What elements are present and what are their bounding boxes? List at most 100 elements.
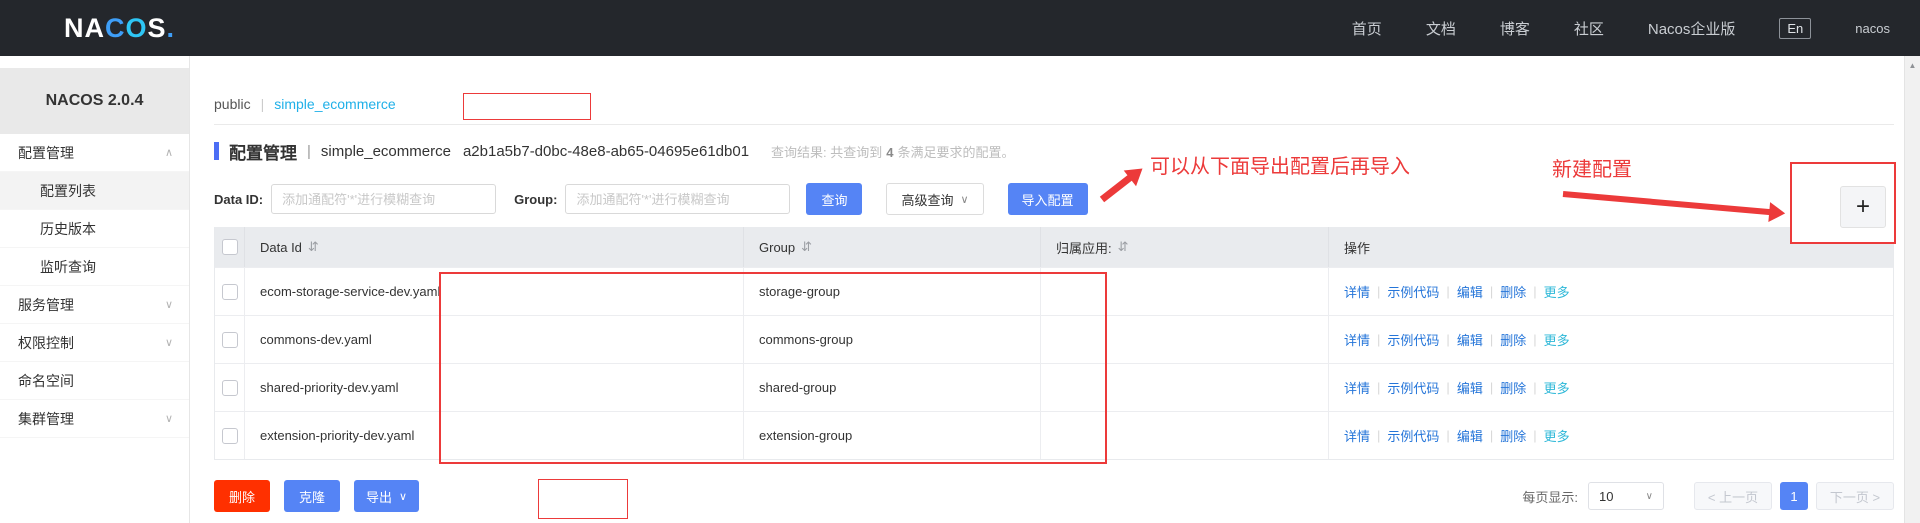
sidebar-item-label: 命名空间 [18,372,74,389]
action-more-link[interactable]: 更多 [1544,378,1570,397]
row-checkbox[interactable] [222,427,238,444]
import-config-button[interactable]: 导入配置 [1007,183,1088,215]
next-page-button[interactable]: 下一页 > [1816,482,1894,510]
delete-button[interactable]: 删除 [214,480,270,512]
current-page[interactable]: 1 [1780,482,1808,510]
page-size-select[interactable]: 10 ∨ [1588,482,1664,510]
logo-part: C [105,12,126,43]
sidebar-item-label: 历史版本 [40,220,96,237]
sidebar-item-listener-query[interactable]: 监听查询 [0,248,189,286]
action-sample-code-link[interactable]: 示例代码 [1387,282,1439,301]
chevron-down-icon: ∨ [164,337,173,349]
sidebar-item-permission-control[interactable]: 权限控制 ∨ [0,324,189,362]
sidebar-item-label: 服务管理 [18,296,74,313]
cell-data-id: ecom-storage-service-dev.yaml [245,268,744,315]
export-button[interactable]: 导出 ∨ [354,480,420,512]
action-separator: | [1377,284,1381,299]
group-input[interactable] [565,184,791,214]
logo-part: . [166,12,176,43]
query-result-suffix: 条满足要求的配置。 [897,144,1015,160]
sidebar-item-cluster-management[interactable]: 集群管理 ∨ [0,400,189,438]
nav-home[interactable]: 首页 [1352,18,1382,39]
prev-page-button[interactable]: < 上一页 [1694,482,1772,510]
action-sample-code-link[interactable]: 示例代码 [1387,378,1439,397]
select-all-checkbox[interactable] [222,239,238,255]
sidebar-item-history[interactable]: 历史版本 [0,210,189,248]
logo-part: O [125,12,148,43]
sort-icon[interactable]: ⇵ [308,239,319,255]
namespace-tabs: public | simple_ecommerce [214,96,1894,125]
cell-app [1041,268,1329,315]
action-detail-link[interactable]: 详情 [1344,378,1370,397]
chevron-up-icon: ∧ [164,147,173,159]
column-header-app[interactable]: 归属应用: ⇵ [1041,227,1329,267]
nav-docs[interactable]: 文档 [1426,18,1456,39]
row-checkbox[interactable] [222,283,238,300]
tab-separator: | [260,96,265,112]
action-edit-link[interactable]: 编辑 [1457,282,1483,301]
column-header-group[interactable]: Group ⇵ [744,227,1041,267]
sort-icon[interactable]: ⇵ [801,239,812,255]
tab-namespace-public[interactable]: public [214,96,251,112]
action-more-link[interactable]: 更多 [1544,426,1570,445]
cell-group: commons-group [744,316,1041,363]
caret-down-icon: ∨ [1645,490,1653,502]
nacos-logo[interactable]: NACOS. [64,13,175,44]
row-checkbox[interactable] [222,331,238,348]
action-edit-link[interactable]: 编辑 [1457,378,1483,397]
row-checkbox[interactable] [222,379,238,396]
advanced-search-button[interactable]: 高级查询 ∨ [886,183,984,215]
sidebar-item-config-list[interactable]: 配置列表 [0,172,189,210]
column-header-data-id[interactable]: Data Id ⇵ [245,227,744,267]
action-delete-link[interactable]: 删除 [1500,330,1526,349]
cell-data-id: extension-priority-dev.yaml [245,412,744,459]
caret-down-icon: ∨ [960,193,969,206]
tab-namespace-current[interactable]: simple_ecommerce [274,96,395,112]
action-edit-link[interactable]: 编辑 [1457,330,1483,349]
sidebar-item-namespace[interactable]: 命名空间 [0,362,189,400]
sidebar-item-service-management[interactable]: 服务管理 ∨ [0,286,189,324]
action-delete-link[interactable]: 删除 [1500,282,1526,301]
action-detail-link[interactable]: 详情 [1344,330,1370,349]
sidebar-item-config-management[interactable]: 配置管理 ∧ [0,134,189,172]
action-separator: | [1533,284,1537,299]
cell-operations: 详情 | 示例代码 | 编辑 | 删除 | 更多 [1329,412,1893,459]
action-separator: | [1533,380,1537,395]
action-sample-code-link[interactable]: 示例代码 [1387,330,1439,349]
sidebar-version: NACOS 2.0.4 [0,68,189,134]
action-delete-link[interactable]: 删除 [1500,426,1526,445]
action-detail-link[interactable]: 详情 [1344,282,1370,301]
namespace-name: simple_ecommerce [320,142,451,160]
sort-icon[interactable]: ⇵ [1118,239,1129,255]
language-toggle[interactable]: En [1779,17,1812,39]
table-row: ecom-storage-service-dev.yaml storage-gr… [215,267,1893,315]
action-edit-link[interactable]: 编辑 [1457,426,1483,445]
column-header-label: 操作 [1344,240,1371,256]
username[interactable]: nacos [1855,21,1890,36]
action-sample-code-link[interactable]: 示例代码 [1387,426,1439,445]
search-button[interactable]: 查询 [806,183,863,215]
nav-community[interactable]: 社区 [1574,18,1604,39]
sidebar-item-label: 权限控制 [18,334,74,351]
vertical-scrollbar[interactable]: ▲ [1904,56,1920,523]
data-id-label: Data ID: [214,191,264,207]
action-more-link[interactable]: 更多 [1544,282,1570,301]
scroll-up-icon[interactable]: ▲ [1905,61,1920,70]
action-separator: | [1446,332,1450,347]
cell-data-id: shared-priority-dev.yaml [245,364,744,411]
table-footer: 删除 克隆 导出 ∨ 每页显示: 10 ∨ < 上一页 1 下一页 > [214,480,1894,512]
chevron-down-icon: ∨ [164,413,173,425]
new-config-button[interactable]: + [1840,186,1886,228]
action-more-link[interactable]: 更多 [1544,330,1570,349]
nav-blog[interactable]: 博客 [1500,18,1530,39]
action-separator: | [1377,428,1381,443]
logo-part: NA [64,12,105,43]
data-id-input[interactable] [271,184,497,214]
action-delete-link[interactable]: 删除 [1500,378,1526,397]
top-navbar: NACOS. 首页 文档 博客 社区 Nacos企业版 En nacos [0,0,1920,56]
sidebar: NACOS 2.0.4 配置管理 ∧ 配置列表 历史版本 监听查询 服务管理 ∨… [0,56,190,523]
nav-enterprise[interactable]: Nacos企业版 [1648,18,1736,39]
action-detail-link[interactable]: 详情 [1344,426,1370,445]
page-size-label: 每页显示: [1522,489,1578,505]
clone-button[interactable]: 克隆 [284,480,340,512]
